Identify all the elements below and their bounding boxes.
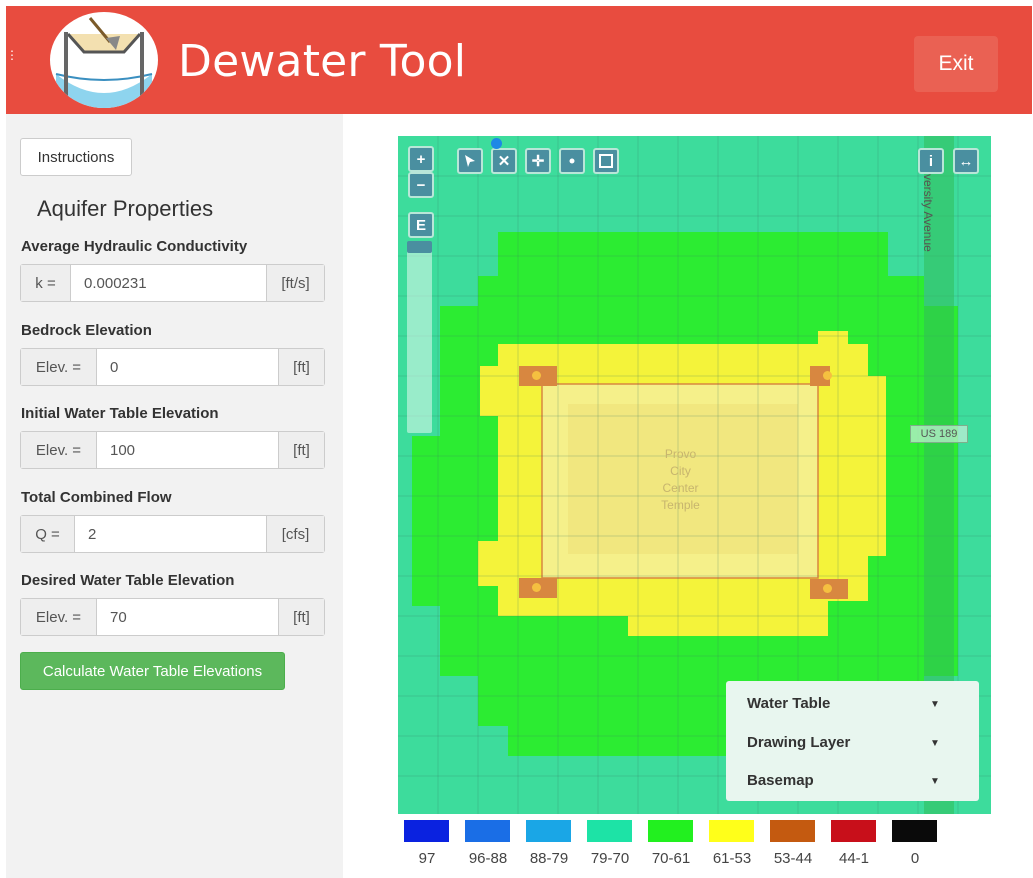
drag-handle[interactable] <box>491 138 502 149</box>
bedrock-unit: [ft] <box>278 349 324 385</box>
section-title: Aquifer Properties <box>37 196 214 221</box>
pump-well[interactable] <box>810 366 832 386</box>
zoom-in-button[interactable]: + <box>408 146 434 172</box>
e-button[interactable]: E <box>408 212 434 238</box>
caret-down-icon[interactable]: ▼ <box>930 776 940 787</box>
flow-prefix: Q = <box>21 516 75 552</box>
initial-wt-label: Initial Water Table Elevation <box>21 405 219 422</box>
zoom-out-button[interactable]: − <box>408 172 434 198</box>
conductivity-unit: [ft/s] <box>266 265 324 301</box>
legend-label: 70-61 <box>651 850 691 867</box>
legend-swatch <box>892 820 937 842</box>
legend-label: 96-88 <box>468 850 508 867</box>
legend-swatch <box>587 820 632 842</box>
expand-icon[interactable]: ↔ <box>953 148 979 174</box>
delete-icon[interactable]: ✕ <box>491 148 517 174</box>
caret-down-icon[interactable]: ▼ <box>930 699 940 710</box>
move-icon[interactable]: ✛ <box>525 148 551 174</box>
site-label: Provo City Center Temple <box>628 446 733 514</box>
bedrock-label: Bedrock Elevation <box>21 322 152 339</box>
site-label-line: Center <box>662 481 699 495</box>
legend-swatch <box>465 820 510 842</box>
layer-panel: Water Table ▼ Drawing Layer ▼ Basemap ▼ <box>726 681 979 801</box>
app-title: Dewater Tool <box>178 36 467 87</box>
legend-label: 61-53 <box>712 850 752 867</box>
flow-input[interactable] <box>75 516 266 552</box>
instructions-button[interactable]: Instructions <box>20 138 132 176</box>
desired-wt-input[interactable] <box>97 599 278 635</box>
legend-label: 88-79 <box>529 850 569 867</box>
bedrock-prefix: Elev. = <box>21 349 97 385</box>
calculate-button[interactable]: Calculate Water Table Elevations <box>20 652 285 690</box>
initial-wt-unit: [ft] <box>278 432 324 468</box>
legend-label: 0 <box>910 850 920 867</box>
menu-icon[interactable]: ⋮ <box>6 49 18 72</box>
conductivity-field-group: k = [ft/s] <box>20 264 325 302</box>
exit-button[interactable]: Exit <box>914 36 998 92</box>
initial-wt-input[interactable] <box>97 432 278 468</box>
legend-label: 97 <box>418 850 436 867</box>
pump-well[interactable] <box>519 578 557 598</box>
select-icon[interactable] <box>457 148 483 174</box>
desired-wt-unit: [ft] <box>278 599 324 635</box>
legend-label: 44-1 <box>838 850 870 867</box>
app-logo <box>50 12 158 108</box>
caret-down-icon[interactable]: ▼ <box>930 738 940 749</box>
header-bar: ⋮ Dewater Tool Exit <box>6 6 1032 114</box>
site-label-line: City <box>670 464 691 478</box>
conductivity-input[interactable] <box>71 265 266 301</box>
legend-swatch <box>831 820 876 842</box>
bedrock-input[interactable] <box>97 349 278 385</box>
legend-label: 79-70 <box>590 850 630 867</box>
flow-unit: [cfs] <box>266 516 324 552</box>
legend-swatch <box>770 820 815 842</box>
desired-wt-prefix: Elev. = <box>21 599 97 635</box>
layer-drawing[interactable]: Drawing Layer <box>747 734 850 751</box>
legend-swatch <box>709 820 754 842</box>
layer-basemap[interactable]: Basemap <box>747 772 814 789</box>
zoom-slider-handle[interactable] <box>407 241 432 253</box>
zoom-slider[interactable] <box>407 243 432 433</box>
point-icon[interactable] <box>559 148 585 174</box>
pump-well[interactable] <box>810 579 848 599</box>
desired-wt-label: Desired Water Table Elevation <box>21 572 235 589</box>
highway-shield: US 189 <box>910 425 968 443</box>
dewater-app: ⋮ Dewater Tool Exit Instructions Aquifer… <box>0 0 1033 878</box>
desired-wt-field-group: Elev. = [ft] <box>20 598 325 636</box>
conductivity-prefix: k = <box>21 265 71 301</box>
initial-wt-field-group: Elev. = [ft] <box>20 431 325 469</box>
flow-field-group: Q = [cfs] <box>20 515 325 553</box>
site-label-line: Provo <box>664 447 697 461</box>
bedrock-field-group: Elev. = [ft] <box>20 348 325 386</box>
site-label-line: Temple <box>661 498 700 512</box>
pump-well[interactable] <box>519 366 557 386</box>
legend-swatch <box>404 820 449 842</box>
conductivity-label: Average Hydraulic Conductivity <box>21 238 248 255</box>
initial-wt-prefix: Elev. = <box>21 432 97 468</box>
info-button[interactable]: i <box>918 148 944 174</box>
legend-label: 53-44 <box>773 850 813 867</box>
legend-swatch <box>526 820 571 842</box>
rectangle-icon[interactable] <box>593 148 619 174</box>
flow-label: Total Combined Flow <box>21 489 172 506</box>
layer-water-table[interactable]: Water Table <box>747 695 830 712</box>
legend-swatch <box>648 820 693 842</box>
sidebar: Instructions Aquifer Properties Average … <box>6 114 343 878</box>
